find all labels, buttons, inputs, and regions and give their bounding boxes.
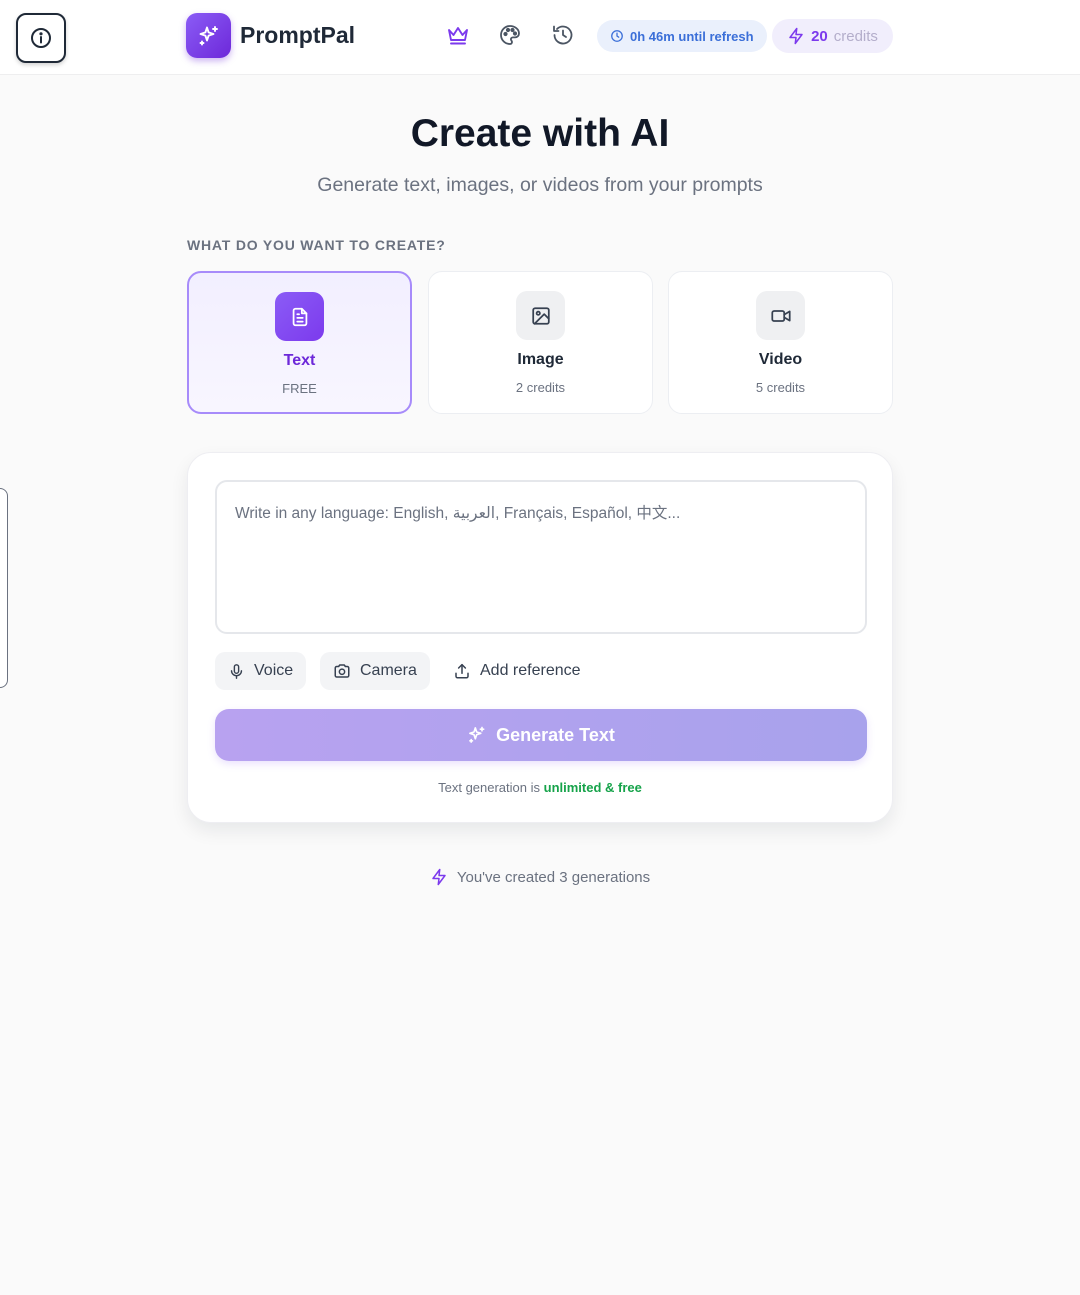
voice-button-label: Voice — [254, 662, 294, 679]
credits-count: 20 — [811, 27, 828, 45]
history-icon[interactable] — [550, 22, 576, 48]
side-drawer-handle[interactable] — [0, 488, 8, 688]
generation-count-text: You've created 3 generations — [456, 868, 651, 886]
type-option-cost: 5 credits — [755, 380, 806, 395]
camera-button[interactable]: Camera — [320, 652, 430, 690]
video-camera-icon — [756, 291, 805, 340]
type-option-name: Image — [517, 351, 564, 368]
camera-button-label: Camera — [360, 662, 417, 679]
type-option-name: Video — [758, 351, 803, 368]
info-icon — [31, 28, 51, 48]
lightning-icon — [432, 868, 446, 886]
type-option-cost: 2 credits — [515, 380, 566, 395]
lightning-icon — [789, 27, 803, 45]
composer-panel: Voice Camera Add reference Generate Text… — [187, 452, 893, 823]
image-icon — [516, 291, 565, 340]
type-option-cost: FREE — [282, 381, 317, 396]
info-button[interactable] — [16, 13, 66, 63]
type-option-image[interactable]: Image 2 credits — [428, 271, 653, 414]
microphone-icon — [230, 663, 243, 679]
generation-note-highlight: unlimited & free — [543, 780, 642, 795]
type-option-text[interactable]: Text FREE — [187, 271, 412, 414]
page-subtitle: Generate text, images, or videos from yo… — [317, 174, 763, 196]
page-title: Create with AI — [410, 112, 670, 155]
crown-icon[interactable] — [445, 22, 471, 48]
generation-note: Text generation is unlimited & free — [188, 780, 892, 795]
generation-note-text: Text generation is — [438, 780, 541, 795]
clock-icon — [611, 30, 623, 42]
brand-name[interactable]: PromptPal — [240, 20, 355, 50]
generate-button-label: Generate Text — [496, 724, 615, 745]
document-icon — [275, 292, 324, 341]
logo-sparkle-icon[interactable] — [186, 13, 231, 58]
upload-icon — [455, 663, 469, 679]
create-type-label: WHAT DO YOU WANT TO CREATE? — [187, 237, 446, 253]
type-option-name: Text — [283, 352, 316, 369]
sparkle-icon — [469, 726, 485, 743]
add-reference-label: Add reference — [480, 662, 581, 679]
credits-badge[interactable]: 20 credits — [772, 19, 893, 53]
add-reference-button[interactable]: Add reference — [440, 652, 594, 690]
palette-icon[interactable] — [497, 22, 523, 48]
type-option-video[interactable]: Video 5 credits — [668, 271, 893, 414]
refresh-timer-text: 0h 46m until refresh — [630, 28, 754, 44]
refresh-timer-badge: 0h 46m until refresh — [597, 20, 767, 52]
credits-label: credits — [833, 27, 878, 45]
top-bar: PromptPal 0h 46m until refresh 20 credit… — [0, 0, 1080, 75]
generate-button[interactable]: Generate Text — [215, 709, 867, 761]
prompt-input[interactable] — [215, 480, 867, 634]
camera-icon — [334, 664, 350, 678]
generation-count: You've created 3 generations — [0, 868, 1080, 886]
voice-button[interactable]: Voice — [215, 652, 307, 690]
